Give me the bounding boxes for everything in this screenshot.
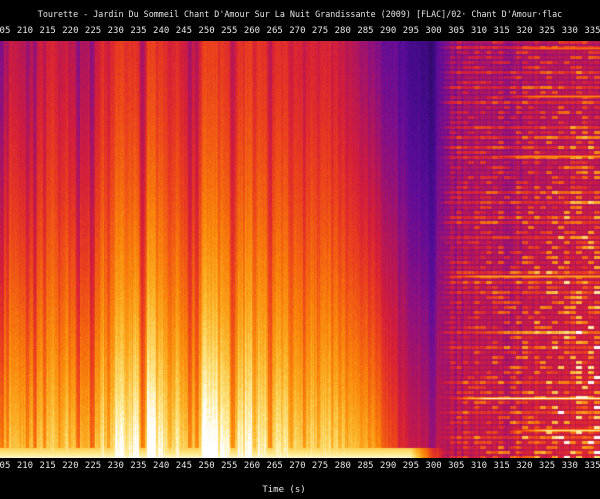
axis-tick: 205 [0, 461, 10, 472]
axis-tick: 335 [584, 461, 600, 472]
time-axis-label: Time (s) [262, 485, 305, 495]
axis-tick: 310 [471, 461, 487, 472]
axis-tick: 215 [40, 26, 56, 37]
time-axis-label-row: Time (s) [0, 477, 600, 496]
axis-tick: 300 [425, 461, 441, 472]
axis-tick: 320 [516, 461, 532, 472]
axis-tick: 240 [153, 461, 169, 472]
axis-tick: 225 [85, 461, 101, 472]
axis-tick: 220 [62, 26, 78, 37]
axis-tick: 235 [130, 26, 146, 37]
axis-tick: 265 [267, 461, 283, 472]
axis-tick: 270 [289, 461, 305, 472]
axis-tick: 280 [335, 26, 351, 37]
axis-tick: 245 [176, 461, 192, 472]
axis-tick: 315 [494, 461, 510, 472]
axis-tick: 235 [130, 461, 146, 472]
axis-tick: 230 [108, 26, 124, 37]
axis-tick: 305 [448, 26, 464, 37]
axis-tick: 305 [448, 461, 464, 472]
axis-tick: 295 [403, 26, 419, 37]
axis-tick: 315 [494, 26, 510, 37]
spectrogram-canvas [0, 41, 600, 458]
axis-tick: 300 [425, 26, 441, 37]
spectrogram-title: Tourette - Jardin Du Sommeil Chant D'Amo… [0, 9, 600, 20]
axis-tick: 320 [516, 26, 532, 37]
axis-tick: 295 [403, 461, 419, 472]
axis-tick: 250 [198, 461, 214, 472]
axis-tick: 285 [357, 461, 373, 472]
time-axis-top: 205 210 215 220 225 230 235 240 245 250 255 260 265 2… [0, 26, 600, 37]
axis-tick: 215 [40, 461, 56, 472]
axis-tick: 240 [153, 26, 169, 37]
axis-tick: 275 [312, 461, 328, 472]
axis-tick: 260 [244, 461, 260, 472]
axis-tick: 335 [584, 26, 600, 37]
spectrogram-window: Tourette - Jardin Du Sommeil Chant D'Amo… [0, 0, 600, 499]
axis-tick: 275 [312, 26, 328, 37]
axis-tick: 255 [221, 26, 237, 37]
axis-tick: 285 [357, 26, 373, 37]
axis-tick: 290 [380, 461, 396, 472]
axis-tick: 325 [539, 26, 555, 37]
axis-tick: 270 [289, 26, 305, 37]
axis-tick: 325 [539, 461, 555, 472]
axis-tick: 290 [380, 26, 396, 37]
axis-tick: 330 [562, 26, 578, 37]
axis-tick: 205 [0, 26, 10, 37]
axis-tick: 245 [176, 26, 192, 37]
axis-tick: 260 [244, 26, 260, 37]
axis-tick: 280 [335, 461, 351, 472]
axis-tick: 220 [62, 461, 78, 472]
axis-tick: 230 [108, 461, 124, 472]
axis-tick: 225 [85, 26, 101, 37]
axis-tick: 210 [17, 26, 33, 37]
time-axis-bottom: 205 210 215 220 225 230 235 240 245 250 255 260 265 2… [0, 461, 600, 472]
axis-tick: 255 [221, 461, 237, 472]
axis-tick: 265 [267, 26, 283, 37]
axis-tick: 330 [562, 461, 578, 472]
axis-tick: 310 [471, 26, 487, 37]
axis-tick: 250 [198, 26, 214, 37]
axis-tick: 210 [17, 461, 33, 472]
